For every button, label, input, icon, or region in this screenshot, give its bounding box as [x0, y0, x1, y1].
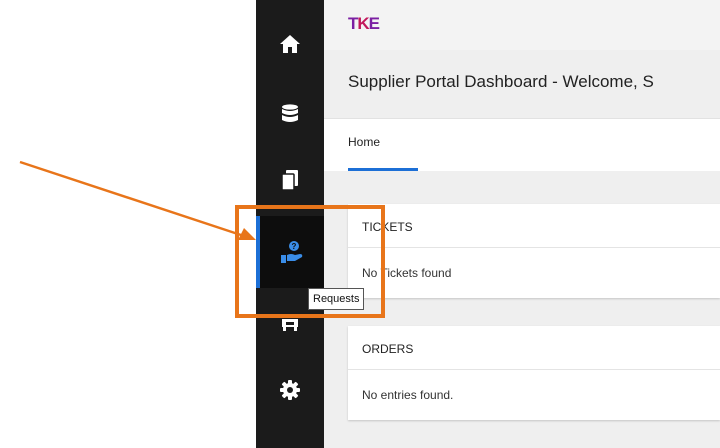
brand-logo: TKE: [348, 14, 380, 33]
tickets-card: TICKETS No Tickets found: [348, 204, 720, 298]
gear-icon: [280, 380, 300, 400]
tab-active-indicator: [348, 168, 418, 171]
sidebar-item-data[interactable]: [256, 84, 324, 144]
tickets-empty-text: No Tickets found: [362, 266, 452, 280]
documents-icon: [281, 170, 298, 191]
tab-home[interactable]: Home: [348, 135, 380, 149]
sidebar-item-settings[interactable]: [256, 360, 324, 420]
annotation-highlight-box: [235, 205, 385, 318]
home-icon: [280, 35, 300, 53]
orders-card-title: ORDERS: [348, 326, 720, 370]
sidebar-item-home[interactable]: [256, 14, 324, 74]
orders-empty-text: No entries found.: [362, 388, 454, 402]
orders-card: ORDERS No entries found.: [348, 326, 720, 420]
database-icon: [282, 104, 298, 122]
tab-bar: Home: [324, 118, 720, 171]
page-title: Supplier Portal Dashboard - Welcome, S: [348, 72, 654, 91]
page: ? TKE Supplier Portal Dashboard - Welcom…: [0, 0, 720, 448]
tickets-card-title: TICKETS: [348, 204, 720, 248]
top-bar: TKE: [324, 0, 720, 50]
sidebar-item-documents[interactable]: [256, 150, 324, 210]
